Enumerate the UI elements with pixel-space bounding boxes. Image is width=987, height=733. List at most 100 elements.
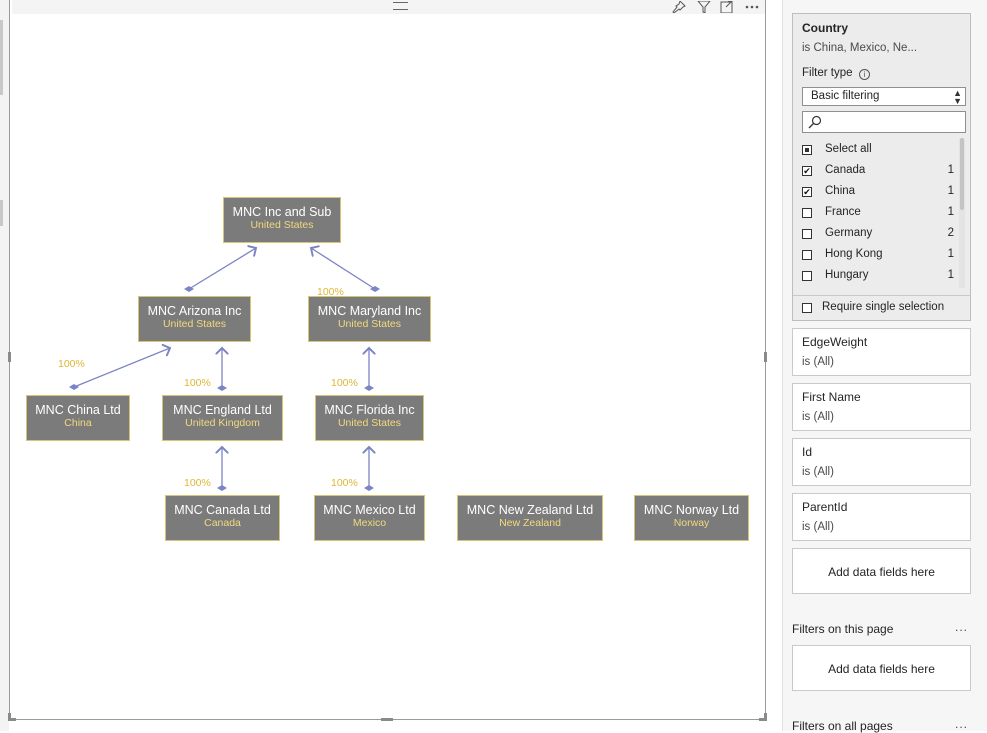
edge-diamond-marker [217,485,227,491]
node-name: MNC Canada Ltd [174,503,271,517]
option-count: 1 [947,269,954,281]
edge-weight-label: 100% [184,377,211,389]
add-data-fields-visual[interactable]: Add data fields here [792,548,971,594]
add-data-fields-label: Add data fields here [828,662,935,676]
option-count: 1 [947,206,954,218]
org-node-maryland[interactable]: MNC Maryland Inc United States [308,296,431,342]
filter-option-germany[interactable]: Germany 2 [802,226,954,244]
option-label: Select all [825,143,872,155]
option-checkbox[interactable] [802,208,812,218]
option-label: Hong Kong [825,248,883,260]
card-divider [793,295,970,296]
filter-search-input[interactable] [802,111,966,133]
node-name: MNC Maryland Inc [317,304,422,318]
edge-diamond-marker [364,385,374,391]
require-single-label: Require single selection [822,301,945,313]
add-data-fields-page[interactable]: Add data fields here [792,645,971,691]
org-node-norway[interactable]: MNC Norway Ltd Norway [634,495,749,541]
filter-card-parentid[interactable]: ParentId is (All) [792,493,971,541]
option-label: Germany [825,227,873,239]
filter-card-id[interactable]: Id is (All) [792,438,971,486]
org-node-florida[interactable]: MNC Florida Inc United States [315,395,424,441]
option-label: France [825,206,861,218]
node-name: MNC Inc and Sub [232,205,332,219]
node-name: MNC New Zealand Ltd [466,503,594,517]
search-icon [808,115,822,129]
filter-type-label: Filter type [802,67,853,79]
edge-diamond-marker [217,385,227,391]
node-country: Canada [204,517,241,529]
option-count: 1 [947,185,954,197]
node-name: MNC England Ltd [173,403,272,417]
filter-card-country[interactable]: Country is China, Mexico, Ne... Filter t… [792,13,971,321]
info-icon[interactable]: i [859,69,870,80]
option-count: 2 [947,227,954,239]
option-checkbox-checked[interactable]: ✔ [802,166,812,176]
filter-option-canada[interactable]: ✔ Canada 1 [802,163,954,181]
filter-card-title: Country [802,21,848,35]
filter-type-value: Basic filtering [811,90,880,102]
filter-card-title: Id [802,445,813,459]
org-node-england[interactable]: MNC England Ltd United Kingdom [162,395,283,441]
node-name: MNC China Ltd [35,403,121,417]
org-node-arizona[interactable]: MNC Arizona Inc United States [138,296,251,342]
edge-arizona-china [73,348,170,388]
filters-pane-scrollbar[interactable] [976,0,987,731]
add-data-fields-label: Add data fields here [828,565,935,579]
select-all-checkbox[interactable] [802,145,812,155]
filter-card-summary: is China, Mexico, Ne... [802,42,918,54]
node-country: United Kingdom [185,417,260,429]
option-checkbox[interactable] [802,271,812,281]
node-name: MNC Mexico Ltd [323,503,416,517]
filter-card-title: ParentId [802,500,848,514]
filters-on-page-heading: Filters on this page [792,622,894,636]
node-country: United States [337,318,402,330]
node-country: China [64,417,92,429]
filter-option-hungary[interactable]: Hungary 1 [802,268,954,286]
org-node-canada[interactable]: MNC Canada Ltd Canada [165,495,280,541]
select-all-option[interactable]: Select all [802,142,954,160]
node-country: New Zealand [499,517,561,529]
filter-card-title: First Name [802,390,861,404]
org-node-root[interactable]: MNC Inc and Sub United States [223,197,341,243]
option-checkbox[interactable] [802,229,812,239]
node-country: United States [250,219,314,231]
edge-diamond-marker [364,485,374,491]
edge-weight-label: 100% [331,377,358,389]
more-options-icon[interactable]: ... [955,620,968,634]
select-arrows-icon: ▲ ▼ [953,88,962,106]
list-scroll-thumb[interactable] [960,138,964,210]
filter-option-hong-kong[interactable]: Hong Kong 1 [802,247,954,265]
edge-weight-label: 100% [317,286,344,298]
filter-card-summary: is (All) [802,466,834,478]
option-label: Canada [825,164,866,176]
option-checkbox[interactable] [802,250,812,260]
org-node-china[interactable]: MNC China Ltd China [26,395,130,441]
edge-weight-label: 100% [184,477,211,489]
edge-root-maryland [311,248,376,290]
org-chart-edges [69,0,380,491]
require-single-selection[interactable]: Require single selection [802,301,967,317]
org-node-mexico[interactable]: MNC Mexico Ltd Mexico [314,495,425,541]
filter-option-france[interactable]: France 1 [802,205,954,223]
edge-root-arizona [188,248,256,290]
filter-option-china[interactable]: ✔ China 1 [802,184,954,202]
filter-card-summary: is (All) [802,411,834,423]
filter-card-title: EdgeWeight [802,335,868,349]
require-single-checkbox[interactable] [802,303,812,313]
filter-card-first-name[interactable]: First Name is (All) [792,383,971,431]
node-country: United States [162,318,227,330]
option-checkbox-checked[interactable]: ✔ [802,187,812,197]
filter-type-select[interactable]: Basic filtering ▲ ▼ [802,87,966,106]
node-country: Mexico [352,517,387,529]
node-name: MNC Florida Inc [324,403,415,417]
filter-card-summary: is (All) [802,356,834,368]
node-name: MNC Arizona Inc [147,304,242,318]
option-label: China [825,185,856,197]
option-count: 1 [947,248,954,260]
filter-card-summary: is (All) [802,521,834,533]
more-options-icon[interactable]: ... [955,717,968,731]
filter-card-edgeweight[interactable]: EdgeWeight is (All) [792,328,971,376]
org-node-new-zealand[interactable]: MNC New Zealand Ltd New Zealand [457,495,603,541]
option-count: 1 [947,164,954,176]
